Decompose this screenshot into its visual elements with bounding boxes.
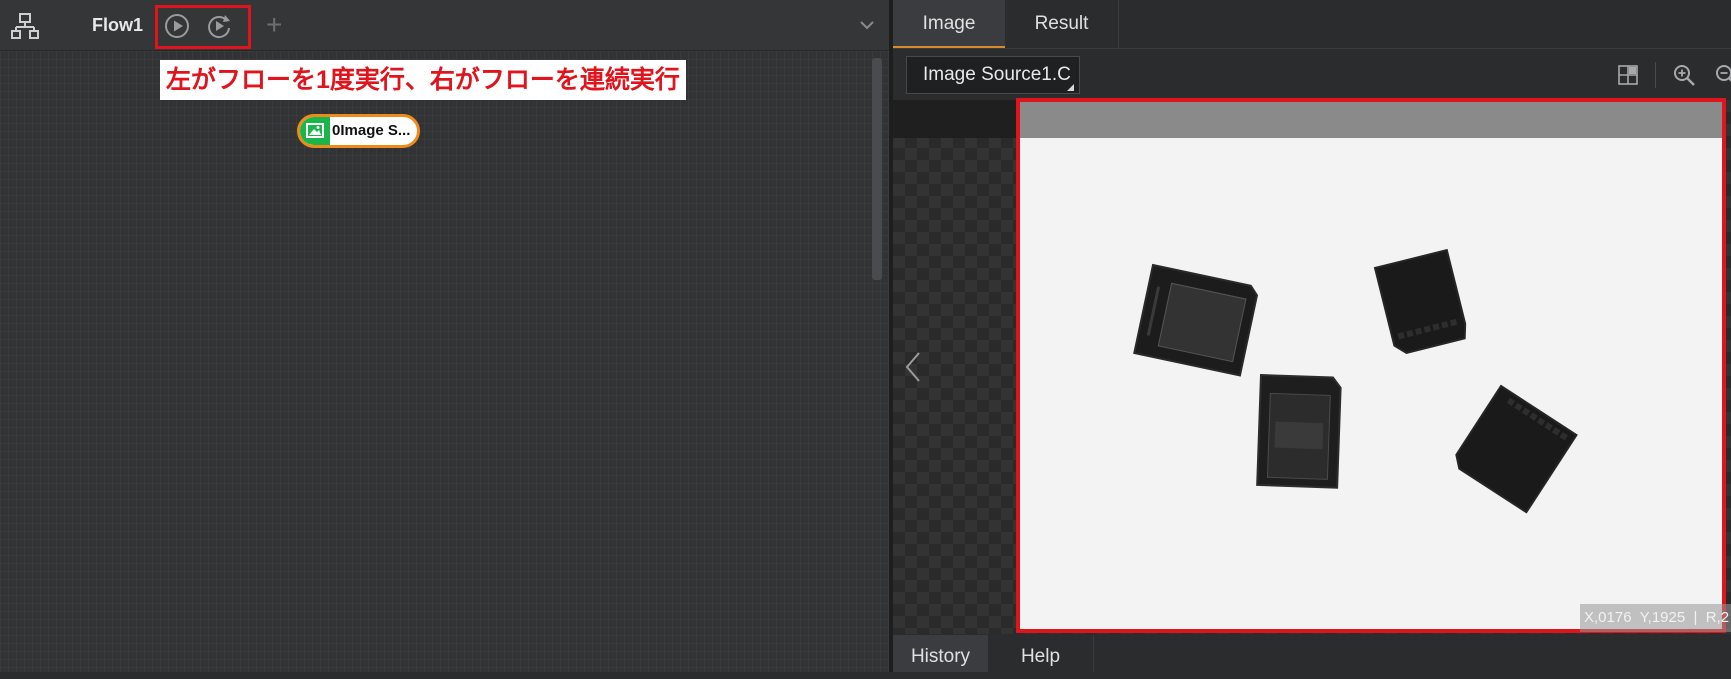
toolbar-separator — [1655, 62, 1656, 88]
tab-result[interactable]: Result — [1005, 0, 1119, 48]
flow-canvas[interactable] — [0, 51, 889, 672]
dropdown-corner-icon — [1067, 84, 1074, 91]
add-flow-button[interactable]: + — [266, 8, 282, 42]
image-source-node[interactable]: 0Image S... — [297, 114, 420, 148]
viewport-top-strip — [893, 100, 1017, 138]
flow-tree-icon[interactable] — [11, 12, 39, 40]
coordinate-readout: X,0176 Y,1925 | R,2 — [1580, 604, 1731, 632]
tab-help[interactable]: Help — [988, 635, 1094, 672]
image-panel-tabs: Image Result — [893, 0, 1731, 49]
tab-history[interactable]: History — [893, 635, 988, 672]
sd-cards-photo — [1133, 248, 1578, 514]
node-icon-box — [300, 117, 330, 145]
chevron-down-icon[interactable] — [858, 16, 876, 34]
annotation-callout: 左がフローを1度実行、右がフローを連続実行 — [160, 60, 686, 100]
grid-icon[interactable] — [1617, 64, 1639, 86]
flow-canvas-scrollbar[interactable] — [872, 58, 882, 280]
tab-image[interactable]: Image — [893, 0, 1005, 48]
image-source-select[interactable]: Image Source1.C — [906, 56, 1080, 94]
zoom-out-icon[interactable] — [1714, 63, 1731, 87]
zoom-in-icon[interactable] — [1672, 63, 1696, 87]
image-display[interactable] — [1017, 100, 1725, 632]
image-icon — [306, 123, 324, 138]
chevron-left-icon[interactable] — [903, 350, 923, 384]
flow-tab-title[interactable]: Flow1 — [92, 15, 143, 36]
run-buttons-highlight-box — [155, 5, 251, 49]
node-label: 0Image S... — [332, 122, 411, 139]
